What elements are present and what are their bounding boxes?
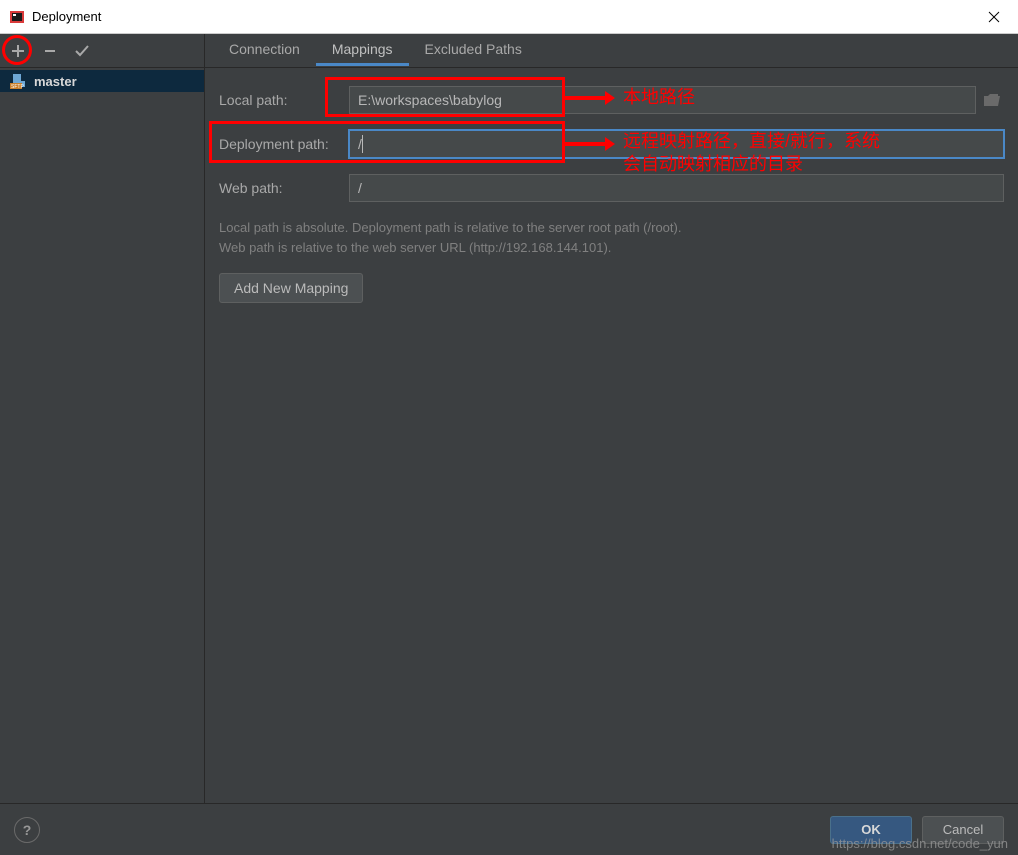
- help-line-2: Web path is relative to the web server U…: [219, 238, 1004, 258]
- deployment-path-input[interactable]: /: [349, 130, 1004, 158]
- sidebar: SFTP master: [0, 34, 205, 803]
- deployment-path-row: Deployment path: /: [219, 130, 1004, 158]
- help-line-1: Local path is absolute. Deployment path …: [219, 218, 1004, 238]
- tab-connection[interactable]: Connection: [213, 35, 316, 66]
- remove-server-button[interactable]: [40, 41, 60, 61]
- help-text: Local path is absolute. Deployment path …: [219, 218, 1004, 257]
- local-path-label: Local path:: [219, 92, 349, 108]
- tab-mappings[interactable]: Mappings: [316, 35, 409, 66]
- content-panel: Connection Mappings Excluded Paths Local…: [205, 34, 1018, 803]
- text-caret: [362, 135, 363, 153]
- mappings-form: Local path: Deployment path: / Web path:…: [205, 68, 1018, 321]
- local-path-row: Local path:: [219, 86, 1004, 114]
- titlebar: Deployment: [0, 0, 1018, 34]
- web-path-row: Web path:: [219, 174, 1004, 202]
- server-toolbar: [0, 34, 204, 68]
- main-area: SFTP master Connection Mappings Excluded…: [0, 34, 1018, 803]
- server-item-master[interactable]: SFTP master: [0, 70, 204, 92]
- browse-folder-icon[interactable]: [980, 86, 1004, 114]
- svg-text:SFTP: SFTP: [11, 84, 24, 89]
- add-server-button[interactable]: [8, 41, 28, 61]
- web-path-input[interactable]: [349, 174, 1004, 202]
- set-default-button[interactable]: [72, 41, 92, 61]
- help-button[interactable]: ?: [14, 817, 40, 843]
- deployment-path-label: Deployment path:: [219, 136, 349, 152]
- titlebar-left: Deployment: [8, 8, 101, 26]
- web-path-label: Web path:: [219, 180, 349, 196]
- server-name: master: [34, 74, 77, 89]
- local-path-input[interactable]: [349, 86, 976, 114]
- close-button[interactable]: [978, 2, 1010, 32]
- watermark: https://blog.csdn.net/code_yun: [832, 836, 1008, 851]
- app-icon: [8, 8, 26, 26]
- tab-excluded-paths[interactable]: Excluded Paths: [409, 35, 538, 66]
- add-new-mapping-button[interactable]: Add New Mapping: [219, 273, 363, 303]
- sftp-icon: SFTP: [10, 73, 28, 89]
- tabs: Connection Mappings Excluded Paths: [205, 34, 1018, 68]
- server-list: SFTP master: [0, 68, 204, 94]
- window-title: Deployment: [32, 9, 101, 24]
